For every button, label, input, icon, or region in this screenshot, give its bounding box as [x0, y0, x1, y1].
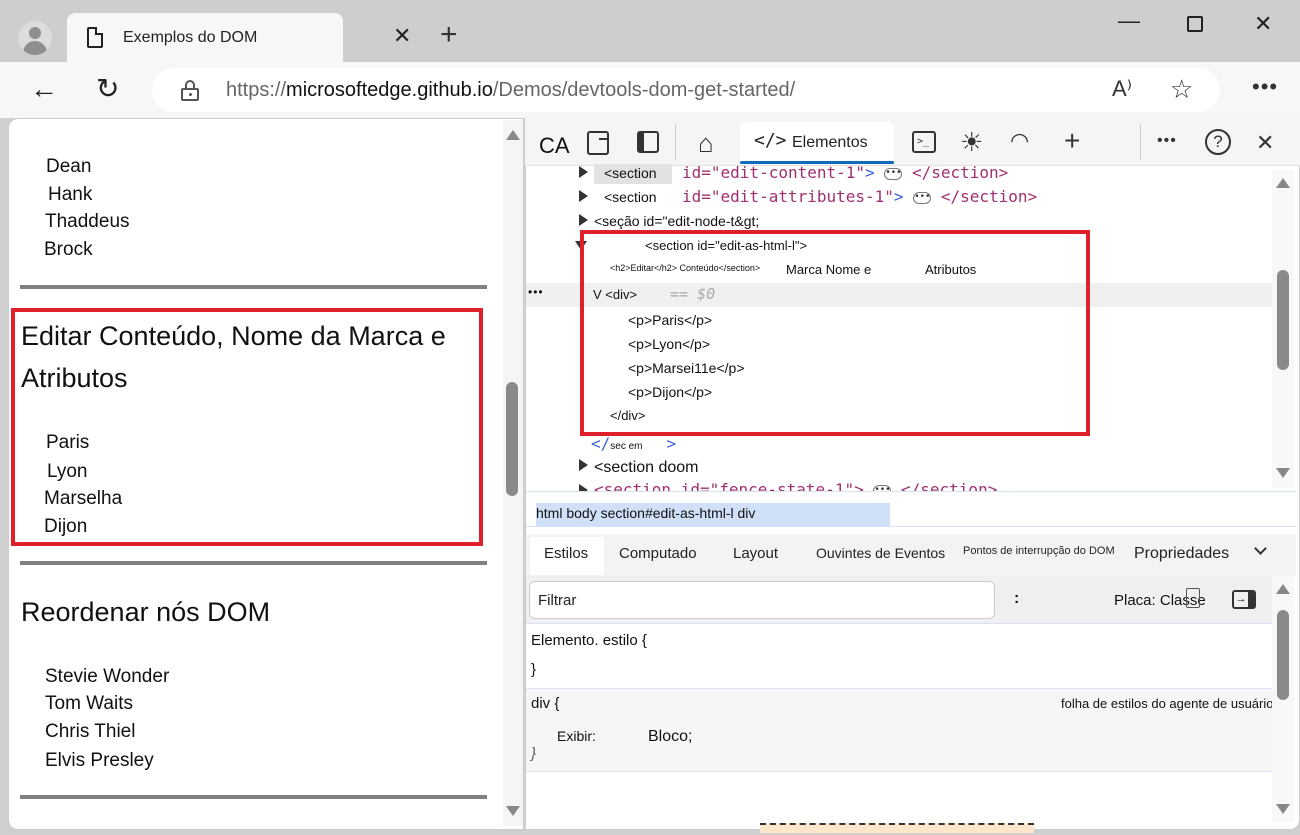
- breadcrumb[interactable]: html body section#edit-as-html-l div: [536, 503, 890, 527]
- scroll-up-icon[interactable]: [1276, 584, 1290, 594]
- styles-scrollbar[interactable]: [1272, 576, 1294, 822]
- tab-elements[interactable]: </> Elementos: [740, 122, 894, 164]
- collapsed-ellipsis: •••: [913, 191, 932, 204]
- scroll-down-icon[interactable]: [506, 806, 520, 816]
- toggle-sidebar-icon[interactable]: →: [1232, 590, 1256, 609]
- tab-event-listeners[interactable]: Ouvintes de Eventos: [816, 545, 945, 561]
- scroll-down-icon[interactable]: [1276, 804, 1290, 814]
- list-item: Stevie Wonder: [45, 666, 170, 687]
- breadcrumb-text[interactable]: html body section#edit-as-html-l div: [536, 505, 755, 521]
- more-options-icon[interactable]: •••: [1252, 74, 1278, 100]
- device-emulation-icon[interactable]: [587, 131, 609, 155]
- star-icon[interactable]: ☆: [1170, 74, 1193, 105]
- reload-button[interactable]: ↻: [96, 72, 119, 105]
- back-button[interactable]: ←: [30, 73, 58, 105]
- scrollbar-thumb[interactable]: [1277, 270, 1289, 370]
- list-item: Brock: [44, 239, 93, 260]
- tab-title: Exemplos do DOM: [123, 29, 258, 46]
- list-item: Dijon: [44, 516, 88, 537]
- dom-node[interactable]: <seção id="edit-node-t&gt;: [594, 213, 759, 229]
- dom-node[interactable]: </sec em >: [591, 434, 676, 454]
- dom-tree-scrollbar[interactable]: [1272, 170, 1294, 488]
- scroll-up-icon[interactable]: [506, 130, 520, 140]
- css-property-value[interactable]: Bloco;: [648, 728, 692, 746]
- tab-layout[interactable]: Layout: [733, 545, 778, 562]
- minimize-icon[interactable]: —: [1118, 8, 1140, 34]
- expand-triangle-icon[interactable]: [579, 459, 588, 471]
- section-heading: Editar Conteúdo, Nome da Marca e: [21, 321, 446, 351]
- element-style-selector[interactable]: Elemento. estilo {: [531, 632, 647, 649]
- list-item: Dean: [46, 156, 92, 177]
- ca-label[interactable]: CA: [539, 133, 570, 159]
- browser-tab[interactable]: Exemplos do DOM ✕: [67, 13, 411, 62]
- list-item: Tom Waits: [45, 693, 133, 714]
- highlight-box: [580, 230, 1090, 436]
- wifi-network-icon[interactable]: ◠: [1010, 128, 1029, 154]
- divider: [20, 561, 487, 565]
- read-aloud-icon[interactable]: A⁾: [1112, 76, 1132, 102]
- list-item: Lyon: [47, 461, 88, 482]
- separator: [675, 124, 676, 160]
- console-icon[interactable]: >_: [912, 131, 936, 153]
- lock-icon[interactable]: [181, 80, 199, 101]
- scrollbar-thumb[interactable]: [1277, 610, 1289, 700]
- computed-styles-icon[interactable]: [1186, 588, 1200, 608]
- avatar-icon[interactable]: [18, 21, 52, 55]
- tab-elements-label: Elementos: [792, 134, 868, 151]
- more-options-icon[interactable]: •••: [1157, 132, 1177, 150]
- list-item: Elvis Presley: [45, 750, 154, 771]
- tab-computed[interactable]: Computado: [619, 545, 697, 562]
- more-tools-plus-icon[interactable]: +: [1064, 125, 1080, 157]
- tab-properties[interactable]: Propriedades: [1134, 545, 1229, 563]
- close-window-icon[interactable]: ✕: [1254, 11, 1272, 37]
- rule-close-brace: }: [531, 661, 537, 678]
- url-text[interactable]: https://microsoftedge.github.io/Demos/de…: [226, 79, 795, 102]
- list-item: Marselha: [44, 488, 123, 509]
- colon-icon[interactable]: :: [1014, 590, 1019, 608]
- welcome-home-icon[interactable]: ⌂: [698, 128, 714, 159]
- close-tab-icon[interactable]: ✕: [393, 23, 411, 49]
- dom-node[interactable]: <section doom: [594, 459, 699, 477]
- list-item: Hank: [48, 184, 93, 205]
- tab-dom-breakpoints[interactable]: Pontos de interrupção do DOM: [963, 545, 1115, 557]
- tab-styles-label[interactable]: Estilos: [544, 545, 588, 562]
- rule-source-link[interactable]: folha de estilos do agente de usuário: [1061, 696, 1274, 711]
- section-heading: Reordenar nós DOM: [21, 597, 271, 627]
- code-icon: </>: [754, 130, 787, 151]
- dom-node-tag[interactable]: <section: [604, 165, 657, 181]
- collapsed-ellipsis: •••: [884, 167, 903, 180]
- dom-node[interactable]: id="edit-attributes-1"> ••• </section>: [682, 187, 1037, 206]
- expand-triangle-icon[interactable]: [579, 214, 588, 226]
- box-model-diagram: [760, 823, 1034, 833]
- section-heading-cont: Atributos: [21, 363, 128, 393]
- dom-node-tag[interactable]: <section: [604, 189, 657, 205]
- expand-triangle-icon[interactable]: [579, 190, 588, 202]
- scrollbar-thumb[interactable]: [506, 382, 518, 496]
- list-item: Thaddeus: [45, 211, 130, 232]
- css-property-name[interactable]: Exibir:: [557, 728, 596, 744]
- dom-node[interactable]: id="edit-content-1"> ••• </section>: [682, 163, 1008, 182]
- divider: [20, 795, 487, 799]
- dom-node[interactable]: <section id="fence-state-1"> ••• </secti…: [594, 480, 997, 491]
- bug-icon[interactable]: ☀: [960, 127, 983, 158]
- dom-row-ellipsis-icon[interactable]: •••: [528, 285, 544, 299]
- divider: [20, 285, 487, 289]
- list-item: Chris Thiel: [45, 721, 136, 742]
- document-icon: [87, 27, 103, 48]
- scroll-down-icon[interactable]: [1276, 468, 1290, 478]
- rule-close-brace: }: [531, 745, 537, 762]
- list-item: Paris: [46, 432, 90, 453]
- help-icon[interactable]: ?: [1205, 129, 1231, 155]
- filter-input[interactable]: Filtrar: [529, 581, 995, 619]
- new-tab-button[interactable]: +: [440, 20, 458, 50]
- separator: [1140, 124, 1141, 160]
- page-scrollbar[interactable]: [503, 120, 523, 826]
- close-devtools-icon[interactable]: ✕: [1256, 130, 1274, 156]
- dock-side-icon[interactable]: [637, 131, 659, 153]
- maximize-icon[interactable]: [1187, 16, 1203, 32]
- expand-triangle-icon[interactable]: [579, 166, 588, 178]
- scroll-up-icon[interactable]: [1276, 178, 1290, 188]
- div-selector[interactable]: div {: [531, 695, 559, 712]
- filter-placeholder: Filtrar: [538, 592, 577, 609]
